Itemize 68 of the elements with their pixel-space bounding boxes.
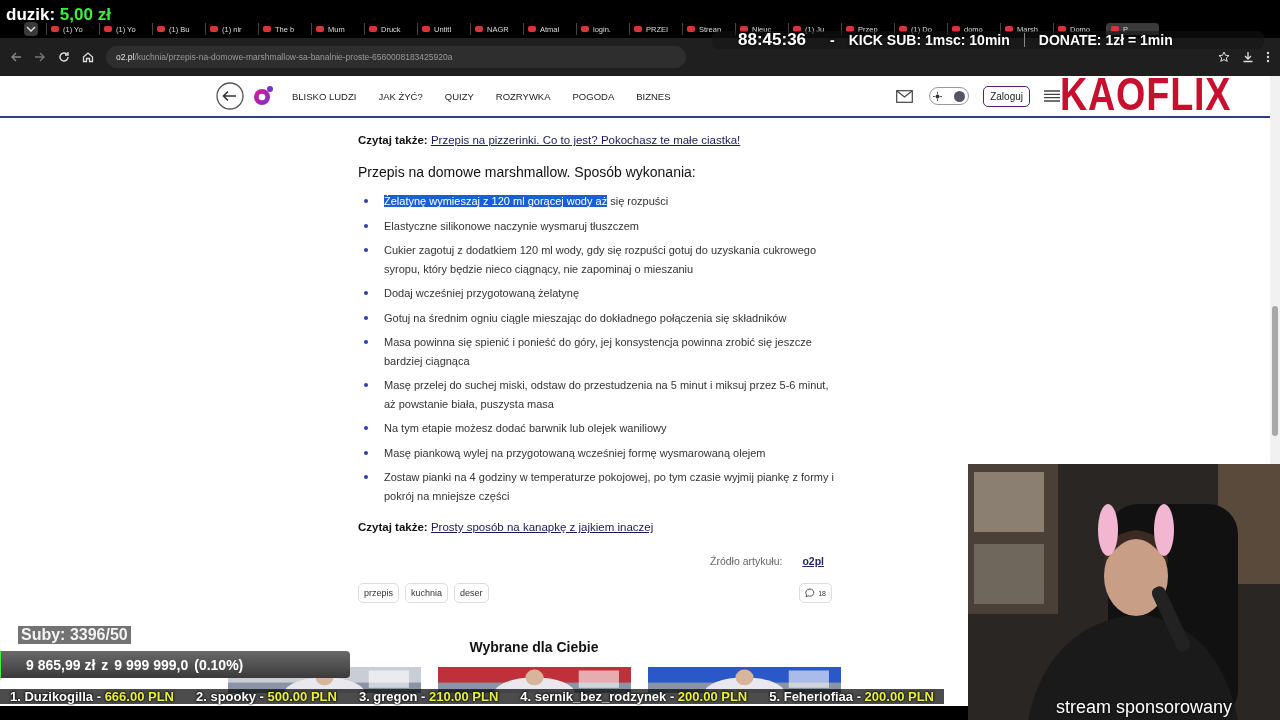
- step-text: Żelatynę wymieszaj z 120 ml gorącej wody aż się rozpuści: [384, 194, 669, 209]
- bullet-icon: [364, 383, 368, 387]
- section-heading: Przepis na domowe marshmallow. Sposób wykonania:: [358, 164, 697, 180]
- tag-chip[interactable]: przepis: [358, 583, 399, 603]
- bullet-icon: [364, 340, 368, 344]
- star-icon[interactable]: [1218, 51, 1230, 63]
- donation-text: duzik: 5,00 zł: [6, 5, 111, 25]
- article-link[interactable]: Prosty sposób na kanapkę z jajkiem inaczej: [430, 521, 654, 533]
- nav-link[interactable]: ROZRYWKA: [495, 90, 551, 102]
- source-label: Źródło artykułu:: [710, 555, 783, 567]
- bullet-icon: [364, 315, 368, 320]
- step-text: Elastyczne silikonowe naczynie wysmaruj tłuszczem: [384, 218, 639, 234]
- goal-percent: (0.10%): [194, 656, 244, 673]
- step-text: Masę piankową wylej na przygotowaną wcześniej formę wysmarowaną olejem: [384, 445, 766, 461]
- address-bar[interactable]: o2.pl/kuchnia/przepis-na-domowe-marshmallow-sa-banalnie-proste-6560008183425920a: [106, 46, 686, 68]
- sponsor-note: stream sponsorowany: [1056, 697, 1233, 718]
- step-text: Na tym etapie możesz dodać barwnik lub olejek waniliowy: [384, 421, 667, 436]
- read-also-text: Czytaj także: Prosty sposób na kanapkę z jajkiem inaczej: [358, 521, 655, 533]
- sun-icon: [933, 91, 943, 101]
- bullet-icon: [364, 475, 368, 479]
- tab-search-icon[interactable]: [24, 22, 38, 36]
- donor-entry: 2. spooky - 500.00 PLN: [196, 689, 337, 704]
- download-icon[interactable]: [1242, 51, 1254, 63]
- read-also-text: Czytaj także: Przepis na pizzerinki. Co to jest? Pokochasz te małe ciastka!: [358, 134, 742, 146]
- reload-icon[interactable]: [58, 51, 70, 63]
- bullet-icon: [364, 291, 368, 295]
- bullet-icon: [364, 199, 368, 203]
- donor-entry: 1. Duzikogilla - 666.00 PLN: [10, 689, 174, 704]
- step-text: Zostaw pianki na 4 godziny w temperaturze pokojowej, po tym czasie wyjmij piankę z formy i pokrój na mniejsze części: [384, 470, 835, 504]
- nav-link[interactable]: JAK ŻYĆ?: [378, 90, 423, 102]
- tag-chip[interactable]: kuchnia: [405, 583, 449, 603]
- login-button[interactable]: Zaloguj: [983, 85, 1030, 107]
- forward-icon[interactable]: [34, 51, 46, 63]
- article-link[interactable]: Przepis na pizzerinki. Co to jest? Pokochasz te małe ciastka!: [430, 134, 741, 146]
- goal-target: 9 999 999,0: [114, 656, 189, 673]
- goal-raised: 9 865,99 zł: [26, 656, 96, 673]
- bullet-icon: [364, 223, 368, 228]
- bullet-icon: [364, 426, 368, 430]
- section-heading: Wybrane dla Ciebie: [469, 639, 599, 655]
- step-text: Masę przelej do suchej miski, odstaw do przestudzenia na 5 minut i miksuj przez 5-6 minut, aż powstanie biała, puszysta masa: [384, 378, 830, 412]
- source-link[interactable]: o2pl: [802, 555, 824, 567]
- menu-icon[interactable]: [1266, 51, 1270, 63]
- step-text: Gotuj na średnim ogniu ciągle mieszając do dokładnego połączenia się składników: [384, 310, 787, 326]
- bullet-icon: [364, 248, 368, 252]
- site-logo-icon[interactable]: [252, 85, 274, 107]
- home-icon[interactable]: [82, 51, 94, 63]
- tag-chip[interactable]: deser: [454, 583, 489, 603]
- step-text: Masa powinna się spienić i ponieść do góry, jej konsystencja powinna zrobić się jeszcze bardziej ciągnąca: [384, 335, 813, 369]
- back-button[interactable]: [216, 82, 244, 110]
- subs-counter: Suby: 3396/50: [18, 626, 131, 644]
- menu-icon[interactable]: [1044, 90, 1060, 102]
- stream-logo: KAOFLIX: [1060, 70, 1232, 118]
- nav-link[interactable]: BIZNES: [636, 90, 671, 102]
- donor-entry: 4. sernik_bez_rodzynek - 200.00 PLN: [520, 689, 748, 704]
- comment-icon: [805, 588, 816, 598]
- donor-entry: 3. gregon - 210.00 PLN: [358, 689, 499, 704]
- back-icon[interactable]: [10, 51, 22, 63]
- separator-text: -: [830, 32, 835, 48]
- goal-connector: z: [101, 656, 109, 673]
- donate-rule-text: DONATE: 1zł = 1min: [1038, 32, 1173, 48]
- nav-link[interactable]: QUIZY: [444, 90, 474, 102]
- bullet-icon: [364, 450, 368, 455]
- nav-link[interactable]: BLISKO LUDZI: [292, 90, 357, 102]
- mail-icon[interactable]: [896, 89, 914, 103]
- step-text: Cukier zagotuj z dodatkiem 120 ml wody, gdy się rozpuści gotuj do uzyskania cukrowego syropu, który będzie nieco ciągnący, nie zapominaj o mieszaniu: [384, 243, 818, 277]
- nav-link[interactable]: POGODA: [572, 90, 615, 102]
- donor-entry: 5. Feheriofiaa - 200.00 PLN: [769, 689, 934, 704]
- step-text: Dodaj wcześniej przygotowaną żelatynę: [384, 286, 580, 301]
